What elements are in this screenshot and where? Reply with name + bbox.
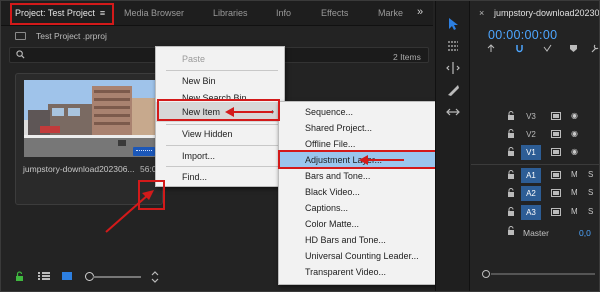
track-name: A2 bbox=[521, 186, 541, 201]
selection-tool-icon[interactable] bbox=[446, 17, 460, 31]
lock-icon[interactable] bbox=[15, 271, 24, 282]
list-view-icon[interactable] bbox=[38, 271, 50, 281]
project-file-name: Test Project .prproj bbox=[36, 31, 107, 41]
menu-item-paste[interactable]: Paste bbox=[156, 49, 284, 69]
submenu-item-hd-bars-and-tone[interactable]: HD Bars and Tone... bbox=[279, 232, 455, 248]
master-lock-icon[interactable] bbox=[507, 226, 515, 236]
project-tab-highlight-box bbox=[10, 3, 114, 25]
video-track-v2[interactable]: V2 ◉ bbox=[471, 125, 599, 144]
track-solo-button[interactable]: S bbox=[588, 188, 593, 197]
video-audio-divider bbox=[471, 164, 599, 165]
track-name: A3 bbox=[521, 205, 541, 220]
track-select-tool-icon[interactable] bbox=[446, 39, 460, 53]
track-lock-icon[interactable] bbox=[507, 188, 515, 198]
sequence-tab-title[interactable]: jumpstory-download202306 bbox=[494, 8, 599, 18]
track-mute-button[interactable]: M bbox=[571, 170, 578, 179]
track-solo-button[interactable]: S bbox=[588, 207, 593, 216]
tab-effects[interactable]: Effects bbox=[321, 8, 348, 18]
track-lock-icon[interactable] bbox=[507, 129, 515, 139]
track-mute-button[interactable]: M bbox=[571, 188, 578, 197]
track-eye-icon[interactable]: ◉ bbox=[571, 111, 578, 120]
razor-tool-icon[interactable] bbox=[446, 83, 460, 97]
timeline-zoom-handle[interactable] bbox=[482, 270, 490, 278]
track-lock-icon[interactable] bbox=[507, 147, 515, 157]
tab-media-browser[interactable]: Media Browser bbox=[124, 8, 184, 18]
sort-icon[interactable] bbox=[151, 271, 159, 283]
track-output-icon[interactable] bbox=[551, 112, 561, 120]
new-item-highlight-box bbox=[157, 99, 280, 121]
track-name: V3 bbox=[526, 112, 536, 121]
linked-selection-icon[interactable] bbox=[543, 44, 552, 53]
timeline-toolbar bbox=[487, 44, 599, 56]
track-output-icon[interactable] bbox=[551, 208, 561, 216]
timeline-panel: × jumpstory-download202306 00:00:00:00 V… bbox=[471, 1, 599, 291]
video-track-v1[interactable]: V1 ◉ bbox=[471, 143, 599, 162]
tab-info[interactable]: Info bbox=[276, 8, 291, 18]
submenu-item-captions[interactable]: Captions... bbox=[279, 200, 455, 216]
more-tabs-icon[interactable]: » bbox=[417, 6, 423, 18]
slip-tool-icon[interactable] bbox=[446, 105, 460, 119]
close-sequence-icon[interactable]: × bbox=[479, 8, 484, 18]
video-track-v3[interactable]: V3 ◉ bbox=[471, 107, 599, 126]
project-file-row: Test Project .prproj bbox=[15, 31, 107, 41]
icon-view-icon[interactable] bbox=[62, 271, 72, 281]
submenu-item-black-video[interactable]: Black Video... bbox=[279, 184, 455, 200]
wrench-icon[interactable] bbox=[590, 44, 599, 53]
master-volume-value[interactable]: 0,0 bbox=[579, 228, 591, 238]
track-lock-icon[interactable] bbox=[507, 111, 515, 121]
clip-name: jumpstory-download202306... bbox=[23, 164, 135, 174]
track-name: V1 bbox=[521, 145, 541, 160]
track-lock-icon[interactable] bbox=[507, 170, 515, 180]
menu-item-import[interactable]: Import... bbox=[156, 146, 284, 166]
track-solo-button[interactable]: S bbox=[588, 170, 593, 179]
items-count: 2 Items bbox=[393, 52, 421, 62]
submenu-item-universal-counting-leader[interactable]: Universal Counting Leader... bbox=[279, 248, 455, 264]
premiere-window: Project: Test Project ≡ Media Browser Lib… bbox=[0, 0, 600, 292]
track-name: V2 bbox=[526, 130, 536, 139]
search-icon bbox=[16, 50, 25, 59]
snap-icon[interactable] bbox=[515, 44, 524, 53]
tools-panel bbox=[435, 1, 470, 291]
track-output-icon[interactable] bbox=[551, 148, 561, 156]
audio-track-a3[interactable]: A3 M S bbox=[471, 203, 599, 222]
clip-thumbnail-image bbox=[24, 80, 160, 157]
adjustment-layer-highlight-box bbox=[278, 150, 455, 169]
track-name: A1 bbox=[521, 168, 541, 183]
submenu-item-sequence[interactable]: Sequence... bbox=[279, 104, 455, 120]
new-item-button-highlight-box bbox=[138, 180, 165, 210]
submenu-item-transparent-video[interactable]: Transparent Video... bbox=[279, 264, 455, 280]
track-output-icon[interactable] bbox=[551, 189, 561, 197]
playhead-timecode[interactable]: 00:00:00:00 bbox=[488, 28, 557, 42]
tab-markers[interactable]: Marke bbox=[378, 8, 403, 18]
new-item-submenu: Sequence... Shared Project... Offline Fi… bbox=[278, 101, 456, 285]
track-mute-button[interactable]: M bbox=[571, 207, 578, 216]
timeline-zoom-track[interactable] bbox=[491, 273, 595, 275]
folder-icon bbox=[15, 32, 26, 40]
submenu-item-shared-project[interactable]: Shared Project... bbox=[279, 120, 455, 136]
submenu-item-bars-and-tone[interactable]: Bars and Tone... bbox=[279, 168, 455, 184]
menu-item-find[interactable]: Find... bbox=[156, 167, 284, 187]
track-output-icon[interactable] bbox=[551, 171, 561, 179]
clip-type-badge bbox=[133, 147, 155, 156]
master-track-label: Master bbox=[523, 228, 549, 238]
audio-track-a1[interactable]: A1 M S bbox=[471, 166, 599, 185]
timeline-zoom-scrollbar[interactable] bbox=[479, 269, 597, 279]
nest-icon[interactable] bbox=[487, 44, 496, 53]
track-eye-icon[interactable]: ◉ bbox=[571, 129, 578, 138]
ripple-edit-tool-icon[interactable] bbox=[446, 61, 460, 75]
zoom-slider-track[interactable] bbox=[93, 276, 141, 278]
add-marker-icon[interactable] bbox=[569, 44, 578, 53]
track-output-icon[interactable] bbox=[551, 130, 561, 138]
track-lock-icon[interactable] bbox=[507, 207, 515, 217]
track-eye-icon[interactable]: ◉ bbox=[571, 147, 578, 156]
submenu-item-color-matte[interactable]: Color Matte... bbox=[279, 216, 455, 232]
menu-item-view-hidden[interactable]: View Hidden bbox=[156, 124, 284, 144]
tab-libraries[interactable]: Libraries bbox=[213, 8, 248, 18]
audio-track-a2[interactable]: A2 M S bbox=[471, 184, 599, 203]
